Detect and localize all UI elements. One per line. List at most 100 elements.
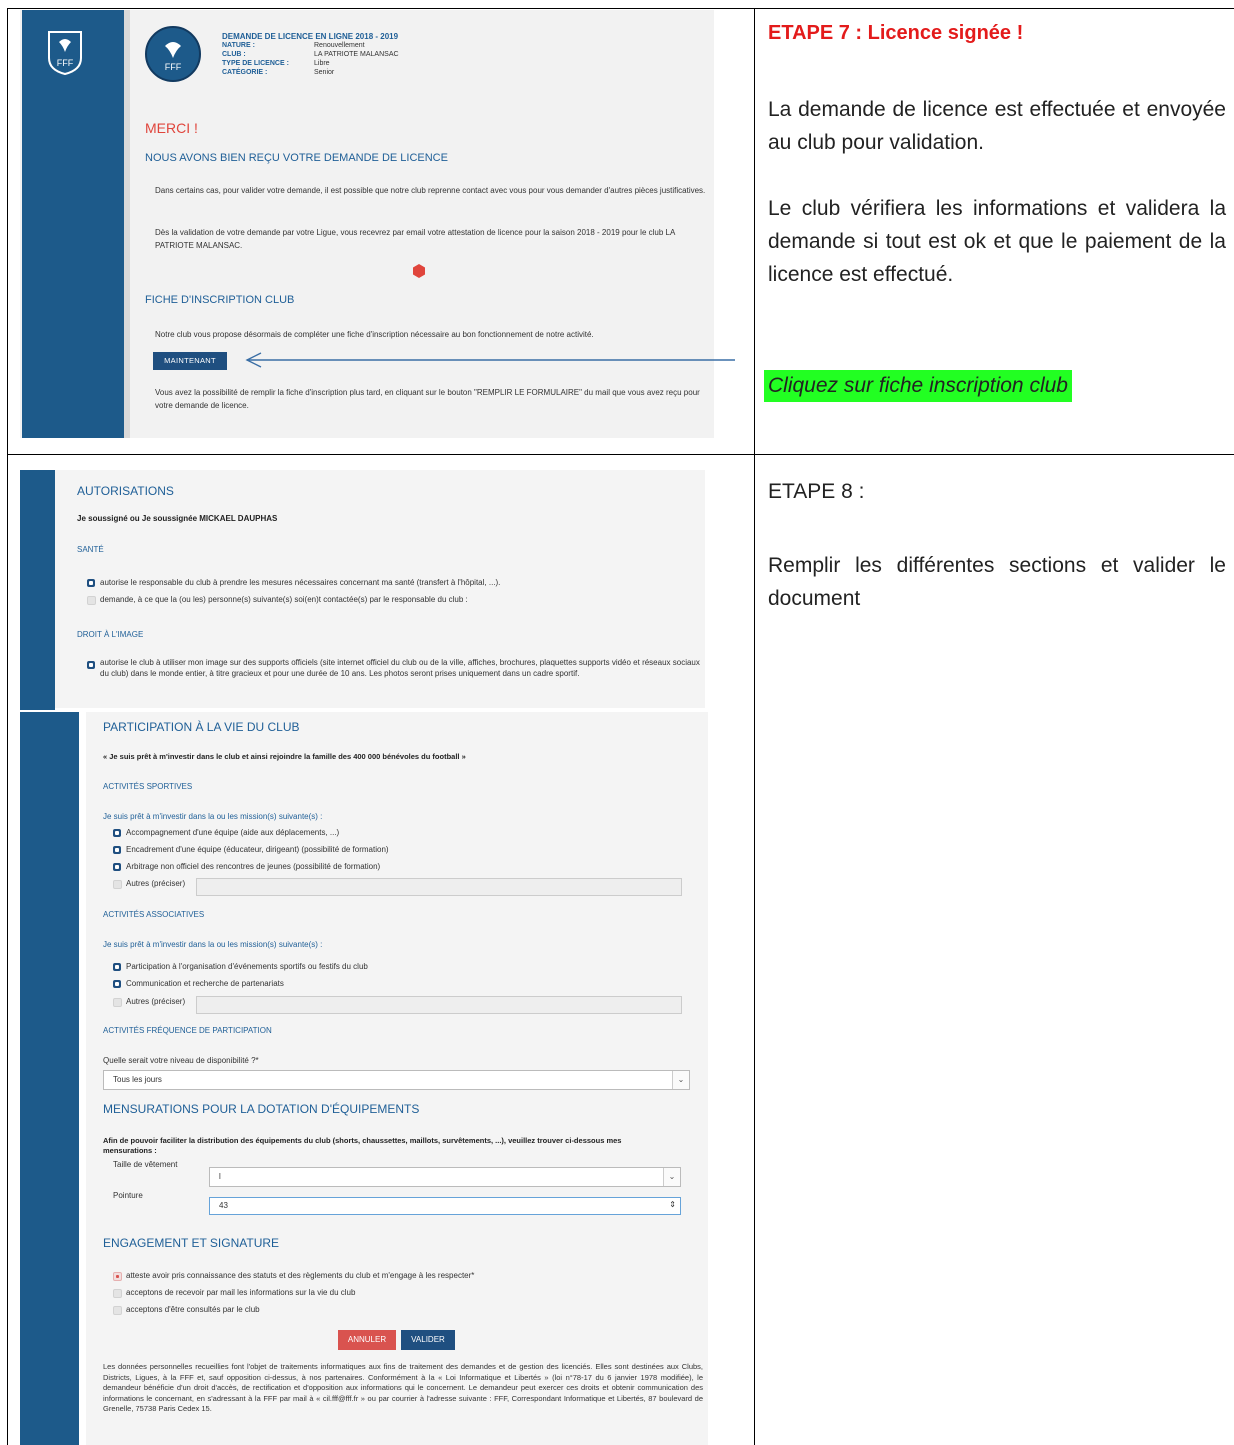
merci-heading: MERCI ! bbox=[145, 120, 198, 136]
screenshot-licence-confirmation: FFF FFF DEMANDE DE LICENCE EN LIGNE 2018… bbox=[20, 10, 714, 438]
sante-option-2: demande, à ce que la (ou les) personne(s… bbox=[100, 595, 468, 604]
asso-item-3: Autres (préciser) bbox=[126, 997, 186, 1006]
chevron-down-icon: ⌄ bbox=[672, 1071, 689, 1089]
step7-title: ETAPE 7 : Licence signée ! bbox=[768, 22, 1024, 44]
step8-paragraph: Remplir les différentes sections et vali… bbox=[768, 554, 1226, 610]
droit-image-option: autorise le club à utiliser mon image su… bbox=[100, 658, 700, 678]
field-label-club: CLUB : bbox=[222, 51, 246, 58]
field-label-type: TYPE DE LICENCE : bbox=[222, 60, 289, 67]
participation-panel: PARTICIPATION À LA VIE DU CLUB « Je suis… bbox=[86, 712, 708, 1445]
field-label-nature: NATURE : bbox=[222, 42, 255, 49]
header-fields: NATURE : Renouvellement CLUB : LA PATRIO… bbox=[222, 42, 622, 78]
signer-text: Je soussigné ou Je soussignée MICKAEL DA… bbox=[77, 514, 278, 523]
droit-image-checkbox[interactable] bbox=[87, 661, 95, 669]
sante-option-1: autorise le responsable du club à prendr… bbox=[100, 578, 501, 587]
chevron-down-icon: ⌄ bbox=[663, 1168, 680, 1186]
sport-item-1: Accompagnement d'une équipe (aide aux dé… bbox=[126, 828, 340, 837]
loading-hexagon-icon bbox=[412, 264, 426, 278]
table-border-mid bbox=[7, 454, 1234, 455]
table-border-left-lower bbox=[7, 454, 8, 1445]
sport-checkbox-4[interactable] bbox=[113, 880, 122, 889]
table-border-left bbox=[7, 8, 8, 455]
asso-checkbox-3[interactable] bbox=[113, 998, 122, 1007]
table-border-divider bbox=[754, 8, 755, 1445]
para-attestation: Dès la validation de votre demande par v… bbox=[155, 228, 675, 250]
field-value-type: Libre bbox=[314, 60, 330, 67]
freq-question: Quelle serait votre niveau de disponibil… bbox=[103, 1056, 259, 1065]
mensurations-text: Afin de pouvoir faciliter la distributio… bbox=[103, 1136, 622, 1155]
autorisations-heading: AUTORISATIONS bbox=[77, 484, 174, 498]
table-border-top bbox=[7, 8, 1234, 9]
step7-highlight: Cliquez sur fiche inscription club bbox=[764, 370, 1072, 402]
autorisations-panel: AUTORISATIONS Je soussigné ou Je soussig… bbox=[55, 470, 705, 708]
asso-checkbox-2[interactable] bbox=[113, 980, 121, 988]
fff-logo-icon: FFF bbox=[45, 28, 85, 76]
mensurations-heading: MENSURATIONS POUR LA DOTATION D'ÉQUIPEME… bbox=[103, 1102, 420, 1116]
freq-select-value: Tous les jours bbox=[113, 1075, 162, 1084]
field-value-club: LA PATRIOTE MALANSAC bbox=[314, 51, 399, 58]
asso-checkbox-1[interactable] bbox=[113, 963, 121, 971]
pointer-arrow bbox=[245, 352, 737, 368]
club-badge-icon: FFF bbox=[145, 26, 201, 82]
valider-button[interactable]: VALIDER bbox=[401, 1330, 455, 1350]
engagement-heading: ENGAGEMENT ET SIGNATURE bbox=[103, 1236, 280, 1250]
step7-paragraph-2: Le club vérifiera les informations et va… bbox=[768, 197, 1226, 286]
later-text: Vous avez la possibilité de remplir la f… bbox=[155, 388, 700, 410]
step8-title: ETAPE 8 : bbox=[768, 480, 865, 503]
sidebar-strip-2 bbox=[20, 712, 79, 1445]
asso-other-input[interactable] bbox=[196, 996, 682, 1014]
taille-select-value: l bbox=[219, 1172, 221, 1181]
sante-checkbox-1[interactable] bbox=[87, 579, 95, 587]
annuler-button[interactable]: ANNULER bbox=[338, 1330, 396, 1350]
asso-lead: Je suis prêt à m'investir dans la ou les… bbox=[103, 940, 323, 949]
sidebar-strip bbox=[20, 470, 55, 710]
sante-checkbox-2[interactable] bbox=[87, 596, 96, 605]
droit-image-heading: DROIT À L'IMAGE bbox=[77, 630, 144, 639]
sport-lead: Je suis prêt à m'investir dans la ou les… bbox=[103, 812, 323, 821]
sport-item-4: Autres (préciser) bbox=[126, 879, 186, 888]
asso-heading: ACTIVITÉS ASSOCIATIVES bbox=[103, 910, 205, 919]
engagement-item-2: acceptons de recevoir par mail les infor… bbox=[126, 1288, 356, 1297]
fff-sidebar: FFF bbox=[22, 10, 124, 438]
sport-checkbox-2[interactable] bbox=[113, 846, 121, 854]
taille-select[interactable]: l ⌄ bbox=[209, 1167, 681, 1187]
benevoles-quote: « Je suis prêt à m'investir dans le club… bbox=[103, 752, 466, 761]
svg-text:FFF: FFF bbox=[165, 62, 182, 72]
engagement-checkbox-1[interactable] bbox=[113, 1272, 122, 1281]
freq-select[interactable]: Tous les jours ⌄ bbox=[103, 1070, 690, 1090]
sport-other-input[interactable] bbox=[196, 878, 682, 896]
sport-item-2: Encadrement d'une équipe (éducateur, dir… bbox=[126, 845, 389, 854]
engagement-item-3: acceptons d'être consultés par le club bbox=[126, 1305, 260, 1314]
sidebar-edge bbox=[124, 10, 130, 438]
fiche-heading: FICHE D'INSCRIPTION CLUB bbox=[145, 294, 295, 306]
header-title: DEMANDE DE LICENCE EN LIGNE 2018 - 2019 bbox=[222, 32, 399, 41]
legal-notice: Les données personnelles recueillies fon… bbox=[103, 1362, 703, 1413]
pointure-label: Pointure bbox=[113, 1191, 143, 1200]
field-label-categorie: CATÉGORIE : bbox=[222, 69, 268, 76]
screenshot-participation: PARTICIPATION À LA VIE DU CLUB « Je suis… bbox=[20, 712, 708, 1445]
sante-heading: SANTÉ bbox=[77, 545, 104, 554]
step7-paragraph-1: La demande de licence est effectuée et e… bbox=[768, 98, 1226, 154]
fiche-text: Notre club vous propose désormais de com… bbox=[155, 330, 594, 339]
asso-item-1: Participation à l'organisation d'événeme… bbox=[126, 962, 368, 971]
svg-text:FFF: FFF bbox=[57, 58, 74, 68]
engagement-checkbox-2[interactable] bbox=[113, 1289, 122, 1298]
field-value-categorie: Senior bbox=[314, 69, 335, 76]
pointure-input[interactable]: 43 ⇕ bbox=[209, 1197, 681, 1215]
step7-highlight-text: Cliquez sur fiche inscription club bbox=[768, 374, 1068, 397]
engagement-item-1: atteste avoir pris connaissance des stat… bbox=[126, 1271, 475, 1280]
stepper-icon[interactable]: ⇕ bbox=[669, 1200, 676, 1209]
asso-item-2: Communication et recherche de partenaria… bbox=[126, 979, 284, 988]
maintenant-button[interactable]: MAINTENANT bbox=[153, 352, 227, 370]
sport-checkbox-3[interactable] bbox=[113, 863, 121, 871]
received-heading: NOUS AVONS BIEN REÇU VOTRE DEMANDE DE LI… bbox=[145, 152, 448, 164]
pointure-value: 43 bbox=[219, 1201, 228, 1210]
sport-item-3: Arbitrage non officiel des rencontres de… bbox=[126, 862, 381, 871]
screenshot-autorisations: AUTORISATIONS Je soussigné ou Je soussig… bbox=[20, 470, 705, 710]
participation-heading: PARTICIPATION À LA VIE DU CLUB bbox=[103, 720, 300, 734]
field-value-nature: Renouvellement bbox=[314, 42, 365, 49]
engagement-checkbox-3[interactable] bbox=[113, 1306, 122, 1315]
freq-heading: ACTIVITÉS FRÉQUENCE DE PARTICIPATION bbox=[103, 1026, 272, 1035]
sport-checkbox-1[interactable] bbox=[113, 829, 121, 837]
para-justificatifs: Dans certains cas, pour valider votre de… bbox=[155, 186, 706, 195]
